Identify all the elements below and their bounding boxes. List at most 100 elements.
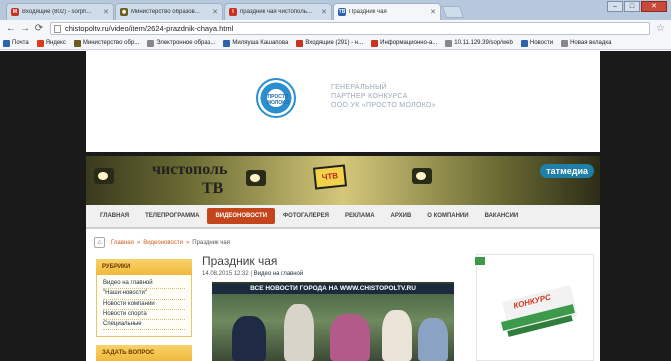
page-icon [54, 25, 61, 33]
main-nav: ГЛАВНАЯ ТЕЛЕПРОГРАММА ВИДЕОНОВОСТИ ФОТОГАЛЕ… [86, 205, 600, 229]
article-date: 14.08.2015 12:32 [202, 271, 249, 277]
reload-icon[interactable]: ⟳ [32, 23, 46, 34]
bookmark-favicon-icon [296, 39, 304, 47]
rubrics-list: Видео на главной "Наши новости" Новости ко… [96, 275, 192, 338]
bookmark-favicon-icon [223, 39, 231, 47]
nav-item[interactable]: ВИДЕОНОВОСТИ [207, 208, 276, 224]
bookmark-label: Электронное образ... [156, 40, 216, 46]
bookmark-item[interactable]: Министерство обр... [73, 39, 140, 47]
browser-tab[interactable]: Iпраздник чая чистополь... ✕ [224, 3, 332, 20]
ask-question-header[interactable]: ЗАДАТЬ ВОПРОС [96, 345, 192, 361]
bookmark-item[interactable]: Входящие (291) - н... [296, 39, 363, 47]
tab-strip: M Входящие (802) - sorph... ✕ ◉ Министерство… [0, 0, 671, 20]
tab-close-icon[interactable]: ✕ [430, 8, 436, 16]
browser-tab[interactable]: TB Праздник чая ✕ [333, 3, 441, 20]
bookmark-item[interactable]: Новая вкладка [561, 39, 612, 47]
rubric-link[interactable]: Новости компании [103, 300, 185, 310]
bookmark-item[interactable]: Почта [3, 39, 29, 47]
bookmark-favicon-icon [520, 39, 528, 47]
breadcrumb-separator: » [185, 239, 190, 246]
bookmark-item[interactable]: 10.11.129.39/sop/web [445, 39, 513, 47]
nav-item[interactable]: РЕКЛАМА [337, 208, 383, 224]
bookmark-favicon-icon [445, 39, 453, 47]
article-category-link[interactable]: Видео на главной [254, 271, 304, 277]
bookmark-favicon-icon [3, 39, 10, 47]
address-bar[interactable]: chistopoltv.ru/video/item/2624-prazdnik-… [50, 22, 651, 35]
video-person [330, 314, 370, 361]
logo-text: ПРОСТО МОЛОКО [266, 94, 290, 106]
sponsor-banner[interactable]: ПРОСТО МОЛОКО ГЕНЕРАЛЬНЫЙ ПАРТНЕР КОНКУР… [86, 51, 600, 152]
site-header-banner[interactable]: чистополь ТВ ЧТВ татмедиа [86, 156, 600, 205]
nav-item[interactable]: ФОТОГАЛЕРЕЯ [275, 208, 337, 224]
bookmark-label: Министерство обр... [82, 40, 140, 46]
sponsor-line-2: ПАРТНЕР КОНКУРСА [331, 93, 408, 100]
breadcrumb-home[interactable]: Главная [111, 240, 134, 246]
sponsor-line-3: ООО УК «ПРОСТО МОЛОКО» [331, 102, 436, 109]
tab-close-icon[interactable]: ✕ [103, 8, 109, 16]
article-title: Праздник чая [202, 254, 278, 268]
back-icon[interactable]: ← [4, 23, 18, 34]
tab-label: Праздник чая [349, 9, 387, 15]
contest-promo-banner[interactable]: КОНКУРС [475, 254, 594, 361]
tab-close-icon[interactable]: ✕ [212, 8, 218, 16]
breadcrumb-videonews[interactable]: Видеоновости [143, 240, 183, 246]
nav-item[interactable]: ГЛАВНАЯ [92, 208, 137, 224]
bookmark-star-icon[interactable]: ☆ [656, 23, 665, 34]
content-area: ⌂ Главная » Видеоновости » Праздник чая … [86, 229, 600, 361]
video-player[interactable]: ВСЕ НОВОСТИ ГОРОДА НА WWW.CHISTOPOLTV.RU [212, 282, 454, 361]
tab-close-icon[interactable]: ✕ [321, 8, 327, 16]
video-person [382, 310, 412, 361]
bookmark-favicon-icon [561, 39, 569, 47]
tab-favicon-icon: ◉ [120, 8, 128, 16]
nav-item[interactable]: О КОМПАНИИ [419, 208, 476, 224]
rubric-link[interactable]: "Наши новости" [103, 289, 185, 300]
bookmark-item[interactable]: Информационно-а... [371, 39, 438, 47]
nav-item[interactable]: ТЕЛЕПРОГРАММА [137, 208, 207, 224]
browser-tab[interactable]: M Входящие (802) - sorph... ✕ [6, 3, 114, 20]
bookmark-item[interactable]: Миляуша Кашапова [223, 39, 288, 47]
rubrics-header: РУБРИКИ [96, 259, 192, 275]
rubric-link[interactable]: Новости спорта [103, 310, 185, 321]
video-person [232, 316, 266, 361]
bookmark-favicon-icon [73, 39, 81, 47]
spotlight-icon [412, 168, 432, 184]
minimize-button[interactable]: – [607, 1, 623, 12]
tab-label: Министерство образов... [131, 9, 200, 15]
window-controls: – □ ✕ [606, 1, 667, 12]
spotlight-icon [94, 168, 114, 184]
new-tab-button[interactable] [441, 6, 465, 18]
tab-favicon-icon: M [11, 8, 19, 16]
home-icon[interactable]: ⌂ [94, 237, 105, 248]
bookmark-item[interactable]: Яндекс [36, 39, 66, 47]
video-person [284, 304, 314, 361]
nav-item[interactable]: ВАКАНСИИ [477, 208, 527, 224]
bookmark-label: Новая вкладка [570, 40, 612, 46]
video-frame [212, 294, 454, 361]
camera-icon [246, 170, 266, 186]
sponsor-line-1: ГЕНЕРАЛЬНЫЙ [331, 84, 387, 91]
tab-label: Входящие (802) - sorph... [22, 9, 92, 15]
rubric-link[interactable]: Видео на главной [103, 279, 185, 290]
bookmark-item[interactable]: Электронное образ... [147, 39, 216, 47]
forward-icon[interactable]: → [18, 23, 32, 34]
breadcrumb-separator: » [136, 239, 141, 246]
maximize-button[interactable]: □ [624, 1, 640, 12]
bookmark-label: Информационно-а... [380, 40, 438, 46]
chtv-logo: ЧТВ [312, 164, 348, 190]
article-meta: 14.08.2015 12:32 | Видео на главной [202, 271, 303, 277]
bookmark-label: Почта [12, 40, 29, 46]
page-background: ПРОСТО МОЛОКО ГЕНЕРАЛЬНЫЙ ПАРТНЕР КОНКУР… [0, 51, 671, 361]
tab-favicon-icon: TB [338, 8, 346, 16]
close-window-button[interactable]: ✕ [641, 1, 667, 12]
tatmedia-logo[interactable]: татмедиа [540, 164, 594, 178]
rubric-link[interactable]: Специальные [103, 320, 185, 331]
sponsor-text: ГЕНЕРАЛЬНЫЙ ПАРТНЕР КОНКУРСА ООО УК «ПРО… [331, 83, 436, 110]
nav-item[interactable]: АРХИВ [383, 208, 420, 224]
bookmark-item[interactable]: Новости [520, 39, 553, 47]
sidebar: РУБРИКИ Видео на главной "Наши новости" Но… [96, 259, 192, 361]
tab-favicon-icon: I [229, 8, 237, 16]
bookmark-label: Яндекс [45, 40, 66, 46]
video-banner-text: ВСЕ НОВОСТИ ГОРОДА НА WWW.CHISTOPOLTV.RU [212, 284, 454, 294]
browser-tab[interactable]: ◉ Министерство образов... ✕ [115, 3, 223, 20]
bookmark-label: 10.11.129.39/sop/web [454, 40, 513, 46]
